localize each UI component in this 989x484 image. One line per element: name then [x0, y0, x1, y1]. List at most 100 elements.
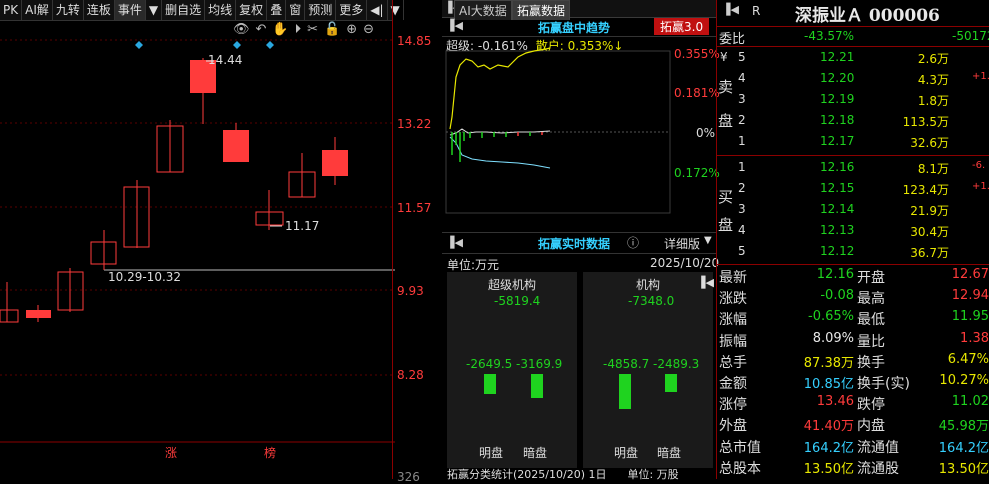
- stat-label: 换手(实): [857, 376, 910, 392]
- trend-tick: 0%: [696, 126, 716, 140]
- toolbar-limit-board[interactable]: 连板: [84, 0, 115, 20]
- price-tick: 8.28: [397, 368, 424, 382]
- toolbar-window[interactable]: 窗: [286, 0, 306, 20]
- sell-level-row[interactable]: 5 12.21 2.6万: [736, 48, 989, 69]
- low-price-label: 11.17: [285, 219, 320, 233]
- sell-level-row[interactable]: 1 12.17 32.6万: [736, 132, 989, 153]
- level-number: 5: [738, 244, 746, 258]
- toolbar-overlay[interactable]: 叠: [267, 0, 287, 20]
- super-inst-total: -5819.4: [494, 294, 541, 308]
- level-change: +1.: [972, 181, 989, 192]
- toolbar-ai-analysis[interactable]: AI解: [22, 0, 53, 20]
- buy-side-label: 盘: [718, 216, 734, 234]
- toolbar-nine-turn[interactable]: 九转: [53, 0, 84, 20]
- stat-value: 12.94: [951, 288, 989, 304]
- sell-level-row[interactable]: 4 12.20 4.3万 +1.: [736, 69, 989, 90]
- stat-label: 换手: [857, 354, 885, 371]
- level-price: 12.18: [820, 113, 855, 127]
- level-volume: 1.8万: [917, 94, 949, 108]
- trend-tick: 0.181%: [674, 86, 720, 100]
- stat-value: 41.40万: [803, 419, 854, 435]
- tab-tuoying-data[interactable]: 拓赢数据: [512, 0, 571, 20]
- super-inst-open-label: 明盘: [479, 446, 504, 460]
- stat-value: 13.50亿: [803, 461, 854, 477]
- level-number: 1: [738, 160, 746, 174]
- toolbar-remove-watchlist[interactable]: 删自选: [162, 0, 206, 20]
- realtime-unit: 单位:万元: [447, 258, 500, 272]
- sell-level-row[interactable]: 3 12.19 1.8万: [736, 90, 989, 111]
- inst-dark-label: 暗盘: [657, 446, 682, 460]
- stat-value: 45.98万: [938, 419, 989, 435]
- buy-level-row[interactable]: 2 12.15 123.4万 +1.: [736, 179, 989, 200]
- buy-level-row[interactable]: 1 12.16 8.1万 -6.: [736, 158, 989, 179]
- intraday-title: 拓赢盘中趋势: [538, 21, 611, 35]
- level-volume: 123.4万: [902, 183, 949, 197]
- toolbar-adjust[interactable]: 复权: [236, 0, 268, 20]
- stat-value: 13.50亿: [938, 461, 989, 477]
- stat-value: 13.46: [816, 394, 854, 410]
- price-tick: 11.57: [397, 201, 432, 215]
- toolbar-events[interactable]: 事件: [114, 0, 146, 20]
- stat-value: 164.2亿: [803, 440, 854, 456]
- level-number: 1: [738, 134, 746, 148]
- event-marker-rise[interactable]: 涨: [165, 444, 177, 461]
- kline-chart[interactable]: [0, 20, 395, 479]
- version-badge[interactable]: 拓赢3.0: [654, 18, 710, 35]
- collapse-icon[interactable]: ▐◀: [446, 19, 463, 32]
- stat-label: 总手: [719, 354, 747, 371]
- detail-version-dropdown[interactable]: 详细版: [664, 235, 700, 252]
- tab-ai-data[interactable]: AI大数据: [454, 0, 512, 20]
- high-price-label: 14.44: [208, 53, 243, 67]
- collapse-icon[interactable]: ▐◀: [446, 236, 463, 249]
- level-price: 12.14: [820, 202, 855, 216]
- candle: [0, 309, 19, 323]
- intraday-trend-chart[interactable]: [442, 37, 716, 217]
- stat-label: 最高: [857, 291, 885, 308]
- candle: [223, 130, 249, 162]
- stat-label: 涨跌: [719, 291, 747, 308]
- buy-level-row[interactable]: 3 12.14 21.9万: [736, 200, 989, 221]
- collapse-icon[interactable]: ▐◀: [722, 3, 739, 16]
- buy-level-row[interactable]: 5 12.12 36.7万: [736, 242, 989, 263]
- super-inst-open-bar: [484, 374, 496, 394]
- chevron-down-icon[interactable]: ▼: [704, 235, 712, 246]
- event-marker[interactable]: [233, 41, 241, 49]
- level-volume: 2.6万: [917, 52, 949, 66]
- stat-value: 10.27%: [939, 373, 989, 388]
- level-number: 3: [738, 92, 746, 106]
- level-change: -6.: [972, 160, 986, 171]
- buy-level-row[interactable]: 4 12.13 30.4万: [736, 221, 989, 242]
- event-marker-list[interactable]: 榜: [264, 444, 276, 461]
- info-icon[interactable]: ⓘ: [627, 234, 639, 251]
- buy-side-label: 买: [718, 188, 734, 206]
- candle: [26, 310, 51, 318]
- stat-value: 11.02: [951, 394, 989, 410]
- toolbar-more[interactable]: 更多: [336, 0, 368, 20]
- level-number: 2: [738, 113, 746, 127]
- toolbar-pk[interactable]: PK: [0, 0, 23, 20]
- divider: [716, 264, 989, 265]
- level-volume: 36.7万: [910, 246, 949, 260]
- super-inst-dark: -3169.9: [516, 357, 563, 371]
- super-inst-dark-bar: [531, 374, 543, 398]
- toolbar-collapse[interactable]: ◀|: [367, 0, 388, 20]
- stat-value: 8.09%: [812, 330, 854, 346]
- toolbar-moving-average[interactable]: 均线: [205, 0, 237, 20]
- inst-open-label: 明盘: [614, 446, 639, 460]
- super-inst-dark-label: 暗盘: [523, 446, 548, 460]
- stat-value: 1.38: [960, 330, 989, 346]
- level-volume: 4.3万: [917, 73, 949, 87]
- switch-icon[interactable]: ▐◀: [697, 276, 714, 289]
- event-marker[interactable]: [135, 41, 143, 49]
- stat-value: 6.47%: [947, 351, 989, 367]
- sell-level-row[interactable]: 2 12.18 113.5万: [736, 111, 989, 132]
- stat-label: 开盘: [857, 270, 885, 286]
- event-marker[interactable]: [266, 41, 274, 49]
- toolbar-events-dropdown[interactable]: ▼: [146, 0, 163, 20]
- level-price: 12.16: [820, 160, 855, 174]
- toolbar-forecast[interactable]: 预测: [305, 0, 337, 20]
- level-price: 12.19: [820, 92, 855, 106]
- price-tick: 326: [397, 470, 420, 484]
- data-tab-bar: ▐◀ AI大数据 拓赢数据: [442, 0, 716, 20]
- stat-value: 10.85亿: [803, 377, 854, 392]
